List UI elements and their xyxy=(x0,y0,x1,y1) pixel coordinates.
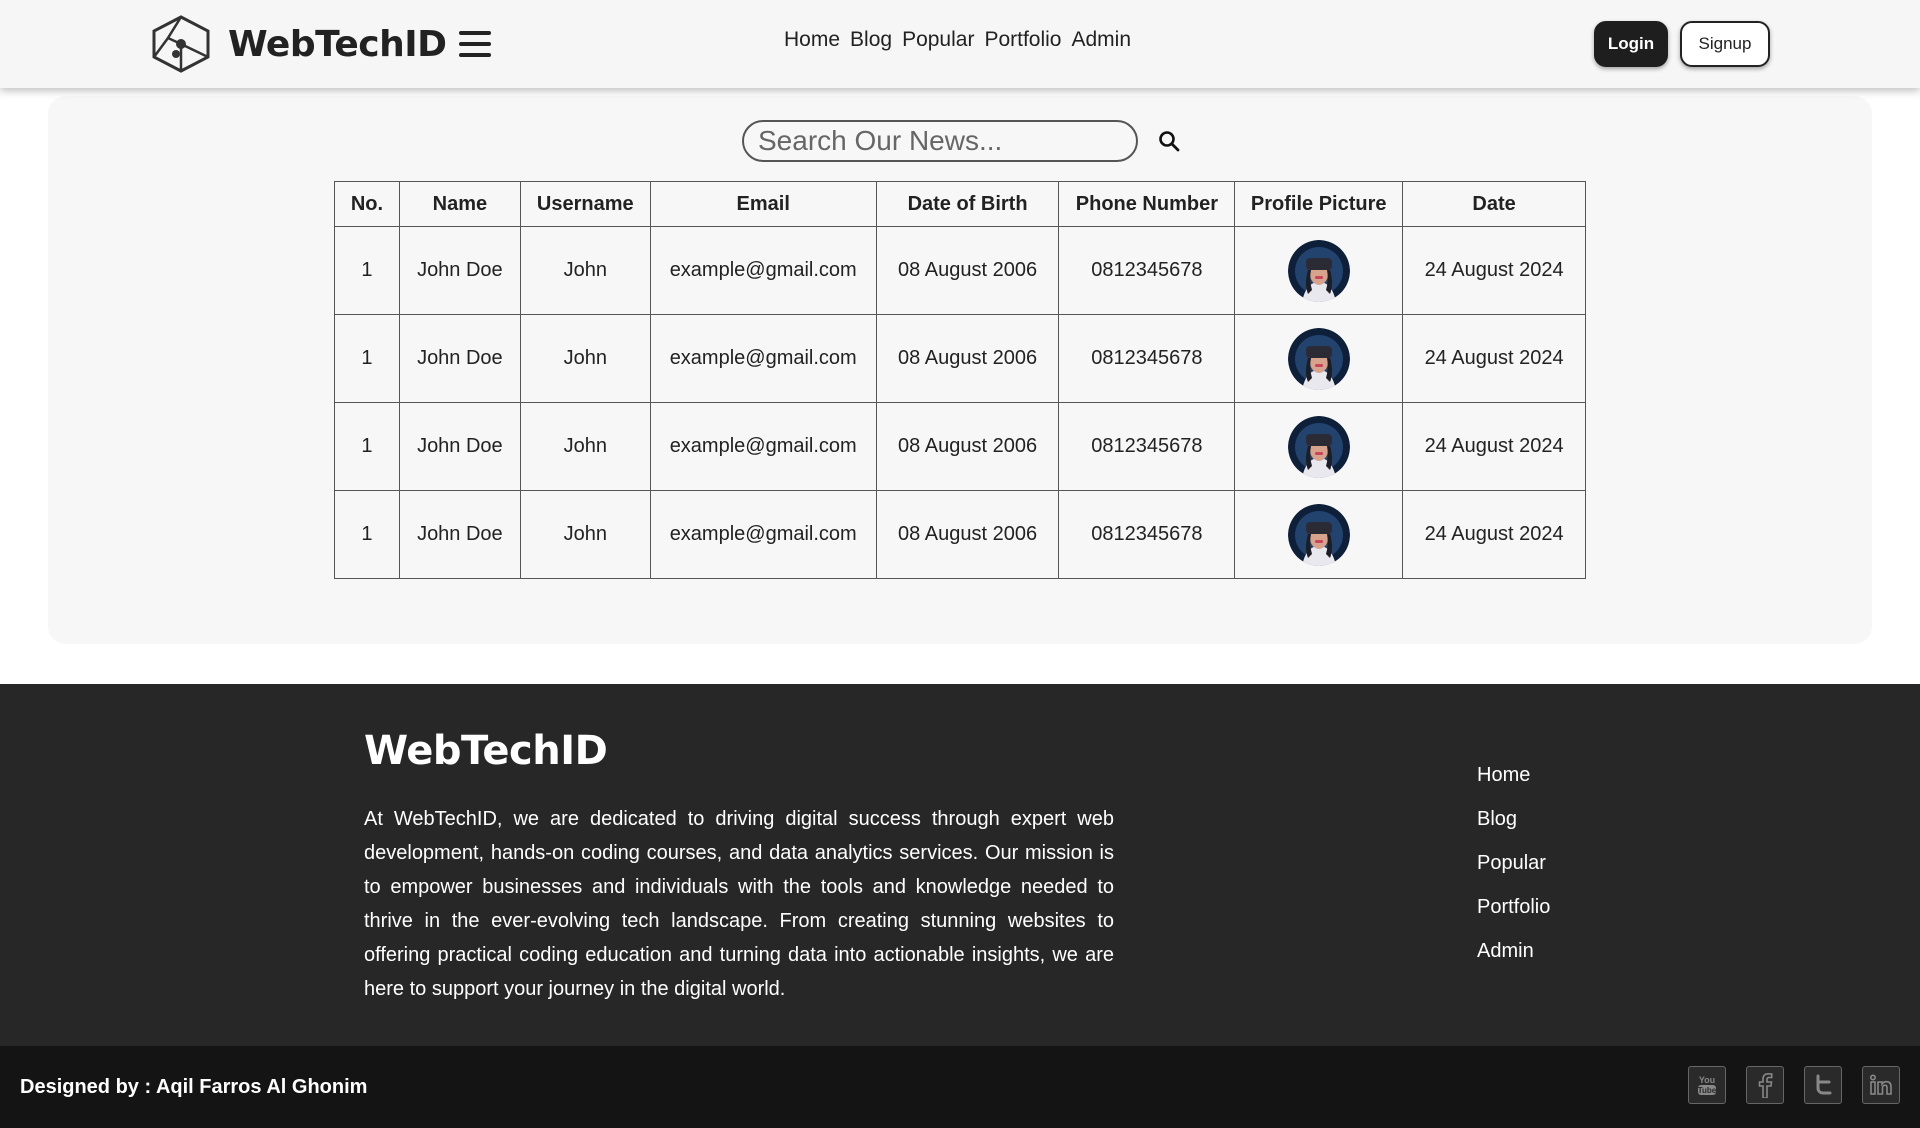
footer-link-portfolio[interactable]: Portfolio xyxy=(1477,896,1550,918)
cell-dob: 08 August 2006 xyxy=(875,490,1060,579)
cell-username: John xyxy=(519,490,651,579)
cell-email: example@gmail.com xyxy=(649,314,877,403)
cell-no: 1 xyxy=(334,490,400,579)
cell-no: 1 xyxy=(334,226,400,315)
cell-no: 1 xyxy=(334,314,400,403)
cell-username: John xyxy=(519,226,651,315)
twitter-icon[interactable] xyxy=(1804,1066,1842,1104)
cell-name: John Doe xyxy=(398,226,521,315)
footer-link-popular[interactable]: Popular xyxy=(1477,852,1550,874)
table-row: 1 John Doe John example@gmail.com 08 Aug… xyxy=(334,314,1586,403)
avatar xyxy=(1287,503,1350,566)
cell-username: John xyxy=(519,402,651,491)
footer-about-text: At WebTechID, we are dedicated to drivin… xyxy=(364,808,1114,1000)
table-header-row: No. Name Username Email Date of Birth Ph… xyxy=(334,181,1586,227)
table-row: 1 John Doe John example@gmail.com 08 Aug… xyxy=(334,402,1586,491)
login-button[interactable]: Login xyxy=(1594,21,1668,67)
avatar xyxy=(1287,239,1350,302)
cell-name: John Doe xyxy=(398,402,521,491)
column-header-profile-picture: Profile Picture xyxy=(1234,181,1404,227)
footer: WebTechID At WebTechID, we are dedicated… xyxy=(0,684,1920,1046)
cell-phone: 0812345678 xyxy=(1058,490,1236,579)
nav-popular[interactable]: Popular xyxy=(902,28,974,52)
footer-brand: WebTechID xyxy=(364,728,608,774)
svg-text:You: You xyxy=(1699,1075,1715,1085)
hexagon-logo-icon xyxy=(152,15,210,73)
table-row: 1 John Doe John example@gmail.com 08 Aug… xyxy=(334,226,1586,315)
search-input[interactable] xyxy=(742,120,1138,162)
designer-credit: Designed by : Aqil Farros Al Ghonim xyxy=(20,1076,368,1098)
footer-links: Home Blog Popular Portfolio Admin xyxy=(1477,764,1550,962)
cell-username: John xyxy=(519,314,651,403)
column-header-email: Email xyxy=(649,181,877,227)
cell-email: example@gmail.com xyxy=(649,490,877,579)
column-header-no: No. xyxy=(334,181,400,227)
avatar xyxy=(1287,327,1350,390)
main-nav: Home Blog Popular Portfolio Admin xyxy=(784,28,1131,52)
cell-email: example@gmail.com xyxy=(649,226,877,315)
youtube-icon[interactable]: You Tube xyxy=(1688,1066,1726,1104)
cell-email: example@gmail.com xyxy=(649,402,877,491)
nav-home[interactable]: Home xyxy=(784,28,840,52)
cell-name: John Doe xyxy=(398,490,521,579)
footer-link-home[interactable]: Home xyxy=(1477,764,1550,786)
column-header-name: Name xyxy=(398,181,521,227)
social-links: You Tube xyxy=(1688,1066,1900,1104)
auth-buttons: Login Signup xyxy=(1594,21,1770,67)
linkedin-icon[interactable] xyxy=(1862,1066,1900,1104)
footer-link-admin[interactable]: Admin xyxy=(1477,940,1550,962)
svg-text:Tube: Tube xyxy=(1698,1086,1717,1095)
search-icon[interactable] xyxy=(1158,130,1180,152)
cell-profile-picture xyxy=(1234,490,1404,579)
cell-profile-picture xyxy=(1234,226,1404,315)
cell-profile-picture xyxy=(1234,402,1404,491)
cell-dob: 08 August 2006 xyxy=(875,226,1060,315)
brand[interactable]: WebTechID xyxy=(148,14,491,74)
cell-phone: 0812345678 xyxy=(1058,402,1236,491)
column-header-date: Date xyxy=(1402,181,1586,227)
cell-phone: 0812345678 xyxy=(1058,226,1236,315)
table-row: 1 John Doe John example@gmail.com 08 Aug… xyxy=(334,490,1586,579)
hamburger-menu-icon[interactable] xyxy=(458,31,491,57)
cell-no: 1 xyxy=(334,402,400,491)
cell-profile-picture xyxy=(1234,314,1404,403)
cell-date: 24 August 2024 xyxy=(1402,314,1586,403)
footer-link-blog[interactable]: Blog xyxy=(1477,808,1550,830)
column-header-username: Username xyxy=(519,181,651,227)
facebook-icon[interactable] xyxy=(1746,1066,1784,1104)
cell-dob: 08 August 2006 xyxy=(875,402,1060,491)
nav-admin[interactable]: Admin xyxy=(1072,28,1132,52)
nav-portfolio[interactable]: Portfolio xyxy=(984,28,1061,52)
signup-button[interactable]: Signup xyxy=(1680,21,1770,67)
cell-date: 24 August 2024 xyxy=(1402,490,1586,579)
cell-name: John Doe xyxy=(398,314,521,403)
cell-date: 24 August 2024 xyxy=(1402,402,1586,491)
nav-blog[interactable]: Blog xyxy=(850,28,892,52)
column-header-dob: Date of Birth xyxy=(875,181,1060,227)
column-header-phone: Phone Number xyxy=(1058,181,1236,227)
brand-name: WebTechID xyxy=(228,23,447,65)
cell-phone: 0812345678 xyxy=(1058,314,1236,403)
cell-date: 24 August 2024 xyxy=(1402,226,1586,315)
avatar xyxy=(1287,415,1350,478)
top-navbar: WebTechID Home Blog Popular Portfolio Ad… xyxy=(0,0,1920,88)
cell-dob: 08 August 2006 xyxy=(875,314,1060,403)
bottom-bar: Designed by : Aqil Farros Al Ghonim You T… xyxy=(0,1046,1920,1128)
users-table: No. Name Username Email Date of Birth Ph… xyxy=(334,181,1586,579)
